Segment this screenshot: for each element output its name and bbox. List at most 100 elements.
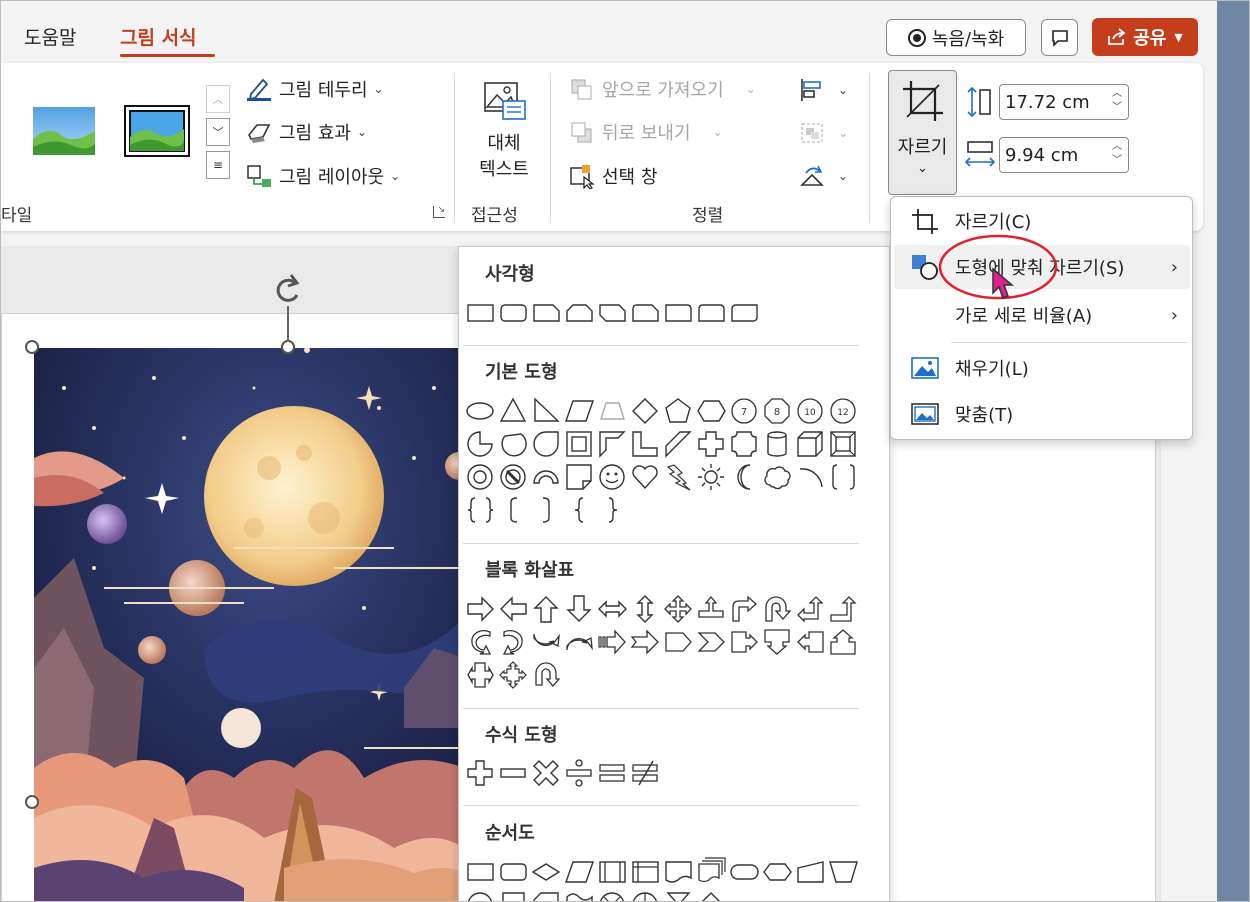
gallery-scroll-up-button[interactable]: ︿ bbox=[206, 85, 230, 113]
hexagon-shape-icon[interactable] bbox=[695, 395, 728, 427]
left-right-arrow-callout-shape-icon[interactable] bbox=[464, 659, 497, 691]
pentagon-arrow-shape-icon[interactable] bbox=[662, 626, 695, 658]
plus-shape-icon[interactable] bbox=[464, 757, 497, 789]
flowchart-multidocument-shape-icon[interactable] bbox=[695, 856, 728, 888]
group-objects-button[interactable]: ⌄ bbox=[798, 120, 848, 146]
cross-shape-icon[interactable] bbox=[695, 428, 728, 460]
octagon-shape-icon[interactable]: 8 bbox=[761, 395, 794, 427]
equal-shape-icon[interactable] bbox=[596, 757, 629, 789]
notched-right-arrow-shape-icon[interactable] bbox=[629, 626, 662, 658]
gallery-scroll-down-button[interactable]: ﹀ bbox=[206, 118, 230, 146]
tab-help[interactable]: 도움말 bbox=[24, 23, 76, 50]
pentagon-shape-icon[interactable] bbox=[662, 395, 695, 427]
left-right-arrow-shape-icon[interactable] bbox=[596, 593, 629, 625]
moon-shape-icon[interactable] bbox=[728, 461, 761, 493]
curved-right-arrow-shape-icon[interactable] bbox=[464, 626, 497, 658]
flowchart-process-shape-icon[interactable] bbox=[464, 856, 497, 888]
double-bracket-shape-icon[interactable] bbox=[827, 461, 860, 493]
flowchart-terminator-shape-icon[interactable] bbox=[728, 856, 761, 888]
oval-shape-icon[interactable] bbox=[464, 395, 497, 427]
bevel-shape-icon[interactable] bbox=[827, 428, 860, 460]
resize-handle-middle-left[interactable] bbox=[25, 795, 39, 809]
up-arrow-shape-icon[interactable] bbox=[530, 593, 563, 625]
smiley-face-shape-icon[interactable] bbox=[596, 461, 629, 493]
flowchart-manual-input-shape-icon[interactable] bbox=[794, 856, 827, 888]
flowchart-card-shape-icon[interactable] bbox=[530, 889, 563, 902]
frame-shape-icon[interactable] bbox=[563, 428, 596, 460]
snip-corner-rectangle-shape-icon[interactable] bbox=[530, 297, 563, 329]
width-spinner[interactable]: ︿ ﹀ bbox=[1112, 140, 1122, 168]
menu-item-fill[interactable]: 채우기(L) bbox=[894, 346, 1190, 390]
flowchart-sort-shape-icon[interactable] bbox=[695, 889, 728, 902]
minus-shape-icon[interactable] bbox=[497, 757, 530, 789]
right-triangle-shape-icon[interactable] bbox=[530, 395, 563, 427]
down-arrow-callout-shape-icon[interactable] bbox=[761, 626, 794, 658]
rotate-button[interactable]: ⌄ bbox=[798, 163, 848, 189]
crop-button[interactable]: 자르기 ⌄ bbox=[888, 70, 957, 195]
pie-shape-icon[interactable] bbox=[464, 428, 497, 460]
parallelogram-shape-icon[interactable] bbox=[563, 395, 596, 427]
right-brace-shape-icon[interactable] bbox=[596, 494, 629, 526]
record-button[interactable]: 녹음/녹화 bbox=[886, 19, 1026, 56]
flowchart-offpage-connector-shape-icon[interactable] bbox=[497, 889, 530, 902]
share-button[interactable]: 공유 ▼ bbox=[1092, 18, 1198, 56]
tab-picture-format[interactable]: 그림 서식 bbox=[120, 23, 197, 50]
curved-up-arrow-shape-icon[interactable] bbox=[530, 626, 563, 658]
flowchart-preparation-shape-icon[interactable] bbox=[761, 856, 794, 888]
decagon-shape-icon[interactable]: 10 bbox=[794, 395, 827, 427]
up-down-arrow-shape-icon[interactable] bbox=[629, 593, 662, 625]
rotate-handle-icon[interactable] bbox=[265, 271, 311, 311]
chord-shape-icon[interactable] bbox=[497, 428, 530, 460]
send-backward-button[interactable]: 뒤로 보내기 ⌄ bbox=[568, 119, 723, 145]
left-bracket-shape-icon[interactable] bbox=[497, 494, 530, 526]
flowchart-data-shape-icon[interactable] bbox=[563, 856, 596, 888]
snip-diagonal-rectangle-shape-icon[interactable] bbox=[596, 297, 629, 329]
align-button[interactable]: ⌄ bbox=[798, 77, 848, 103]
rectangle-shape-icon[interactable] bbox=[464, 297, 497, 329]
left-arrow-shape-icon[interactable] bbox=[497, 593, 530, 625]
picture-style-thumb-soft-edge[interactable] bbox=[31, 105, 97, 157]
up-arrow-callout-shape-icon[interactable] bbox=[827, 626, 860, 658]
resize-handle-top-middle[interactable] bbox=[281, 340, 295, 354]
height-spinner[interactable]: ︿ ﹀ bbox=[1112, 87, 1122, 115]
folded-corner-shape-icon[interactable] bbox=[563, 461, 596, 493]
flowchart-or-shape-icon[interactable] bbox=[629, 889, 662, 902]
picture-border-button[interactable]: 그림 테두리 ⌄ bbox=[245, 76, 384, 102]
flowchart-document-shape-icon[interactable] bbox=[662, 856, 695, 888]
donut-shape-icon[interactable] bbox=[464, 461, 497, 493]
teardrop-shape-icon[interactable] bbox=[530, 428, 563, 460]
right-arrow-callout-shape-icon[interactable] bbox=[728, 626, 761, 658]
gallery-more-button[interactable]: ≡ bbox=[206, 151, 230, 179]
double-brace-shape-icon[interactable] bbox=[464, 494, 497, 526]
left-arrow-callout-shape-icon[interactable] bbox=[794, 626, 827, 658]
dialog-launcher-icon[interactable]: ↘ bbox=[433, 206, 445, 218]
division-shape-icon[interactable] bbox=[563, 757, 596, 789]
left-right-up-arrow-shape-icon[interactable] bbox=[695, 593, 728, 625]
picture-style-thumb-black-frame[interactable] bbox=[124, 105, 190, 157]
can-shape-icon[interactable] bbox=[761, 428, 794, 460]
flowchart-internal-storage-shape-icon[interactable] bbox=[629, 856, 662, 888]
snip-round-rectangle-shape-icon[interactable] bbox=[629, 297, 662, 329]
cloud-shape-icon[interactable] bbox=[761, 461, 794, 493]
flowchart-decision-shape-icon[interactable] bbox=[530, 856, 563, 888]
no-symbol-shape-icon[interactable] bbox=[497, 461, 530, 493]
multiply-shape-icon[interactable] bbox=[530, 757, 563, 789]
sun-shape-icon[interactable] bbox=[695, 461, 728, 493]
quad-arrow-shape-icon[interactable] bbox=[662, 593, 695, 625]
snip-same-side-rectangle-shape-icon[interactable] bbox=[563, 297, 596, 329]
block-arc-shape-icon[interactable] bbox=[530, 461, 563, 493]
alt-text-button[interactable]: 대체 텍스트 bbox=[467, 77, 541, 187]
rounded-rectangle-shape-icon[interactable] bbox=[497, 297, 530, 329]
flowchart-summing-junction-shape-icon[interactable] bbox=[596, 889, 629, 902]
flowchart-predefined-process-shape-icon[interactable] bbox=[596, 856, 629, 888]
flowchart-alternate-process-shape-icon[interactable] bbox=[497, 856, 530, 888]
curved-left-arrow-shape-icon[interactable] bbox=[497, 626, 530, 658]
down-arrow-shape-icon[interactable] bbox=[563, 593, 596, 625]
bent-up-arrow-shape-icon[interactable] bbox=[827, 593, 860, 625]
round-diagonal-rectangle-shape-icon[interactable] bbox=[728, 297, 761, 329]
heart-shape-icon[interactable] bbox=[629, 461, 662, 493]
round-same-side-rectangle-shape-icon[interactable] bbox=[695, 297, 728, 329]
left-brace-shape-icon[interactable] bbox=[563, 494, 596, 526]
round-single-corner-rectangle-shape-icon[interactable] bbox=[662, 297, 695, 329]
heptagon-shape-icon[interactable]: 7 bbox=[728, 395, 761, 427]
